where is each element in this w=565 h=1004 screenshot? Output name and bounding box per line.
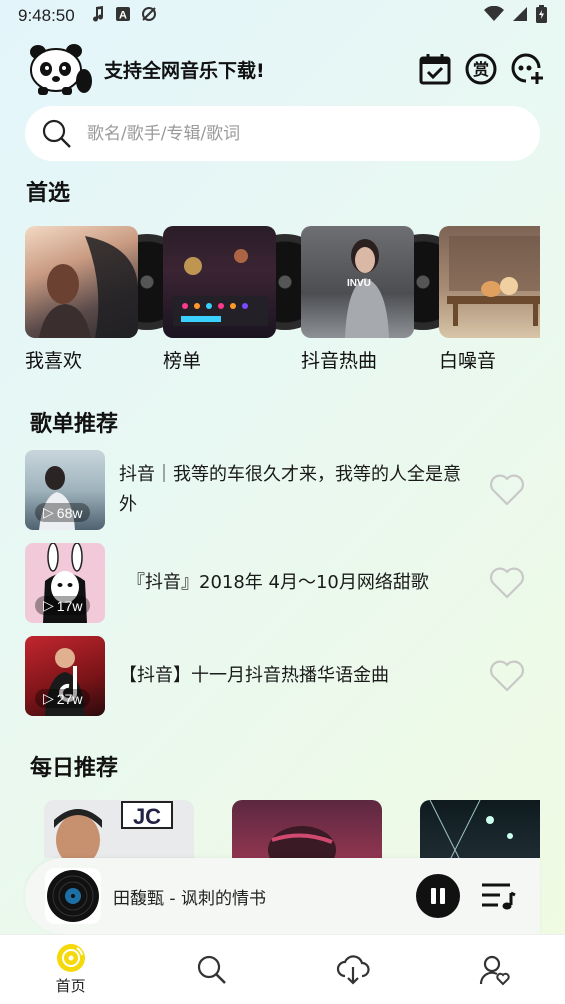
playlist-title: 【抖音】十一月抖音热播华语金曲 [119,665,389,686]
playlist-queue-button[interactable] [478,876,518,916]
playlist-item[interactable]: ▷ 17w 『抖音』2018年 4月～10月网络甜歌 [25,543,540,623]
featured-item-charts[interactable]: 榜单 [163,226,333,376]
featured-label: 白噪音 [439,350,497,372]
play-count-badge: ▷ 17w [35,596,91,615]
heart-icon [490,474,524,506]
featured-item-white-noise[interactable]: 白噪音 [439,226,540,376]
playlist-cover: ▷ 27w [25,636,105,716]
daily-row: JC [44,800,540,858]
chat-add-icon [511,53,543,84]
pause-button[interactable] [416,874,460,918]
tab-download[interactable] [283,935,424,1004]
search-icon [197,955,226,984]
calendar-check-icon [419,54,451,85]
daily-cover[interactable] [232,800,382,858]
playlist-cover: ▷ 17w [25,543,105,623]
featured-label: 我喜欢 [25,350,83,372]
featured-row: 我喜欢 榜单 INVU 抖音热曲 白噪音 [25,226,540,376]
featured-label: 抖音热曲 [301,350,378,372]
music-note-icon [91,6,105,26]
search-icon [42,119,71,148]
mini-player[interactable]: 田馥甄 - 讽刺的情书 [25,858,540,934]
search-input[interactable] [87,123,487,144]
play-icon: ▷ [43,690,54,706]
heart-icon [490,567,524,599]
search-bar[interactable] [25,106,540,161]
svg-text:A: A [119,10,127,22]
featured-section-title: 首选 [26,181,71,206]
user-heart-icon [480,955,510,985]
reward-button[interactable]: 赏 [464,52,498,86]
cloud-download-icon [337,954,370,985]
featured-cover [439,226,540,338]
play-count: 68w [56,504,83,521]
play-count: 27w [56,690,83,707]
favorite-button[interactable] [488,564,526,602]
featured-label: 榜单 [163,350,202,372]
signal-icon [512,6,528,26]
panda-logo [24,43,94,95]
status-time: 9:48:50 [18,6,75,25]
play-count-badge: ▷ 27w [35,689,91,708]
daily-cover[interactable] [420,800,540,858]
play-icon: ▷ [43,597,54,613]
featured-item-douyin[interactable]: INVU 抖音热曲 [301,226,471,376]
battery-icon [536,5,547,27]
reward-icon: 赏 [465,53,497,85]
now-playing-cover[interactable] [45,868,101,924]
queue-music-icon [482,883,516,910]
featured-cover [25,226,138,338]
wifi-icon [484,5,504,26]
app-title: 支持全网音乐下载! [104,59,265,82]
playlist-title: 抖音｜我等的车很久才来，我等的人全是意外 [119,464,461,515]
play-icon: ▷ [43,504,54,520]
app-header: 支持全网音乐下载! 赏 [24,40,544,98]
featured-cover: INVU [301,226,414,338]
no-sync-icon [141,6,157,26]
playlist-cover: ▷ 68w [25,450,105,530]
vinyl-disc-icon [47,870,99,922]
tab-profile[interactable] [424,935,565,1004]
favorite-button[interactable] [488,657,526,695]
playlist-section-title: 歌单推荐 [30,412,119,437]
calendar-check-button[interactable] [418,52,452,86]
add-friend-button[interactable] [510,52,544,86]
font-a-icon: A [115,6,131,26]
featured-item-liked[interactable]: 我喜欢 [25,226,195,376]
heart-icon [490,660,524,692]
featured-cover [163,226,276,338]
pause-icon [431,888,445,904]
daily-cover-text: JC [133,804,161,829]
status-bar: 9:48:50 A [0,0,565,32]
playlist-item[interactable]: ▷ 27w 【抖音】十一月抖音热播华语金曲 [25,636,540,716]
tab-search[interactable] [141,935,282,1004]
favorite-button[interactable] [488,471,526,509]
playlist-item[interactable]: ▷ 68w 抖音｜我等的车很久才来，我等的人全是意外 [25,450,540,530]
tab-home[interactable]: 首页 [0,935,141,1004]
playlist-title: 『抖音』2018年 4月～10月网络甜歌 [127,572,429,593]
daily-section-title: 每日推荐 [30,756,119,781]
daily-cover[interactable]: JC [44,800,194,858]
home-disc-icon [56,944,85,972]
now-playing-title: 田馥甄 - 讽刺的情书 [113,888,266,909]
play-count: 17w [56,597,83,614]
svg-text:赏: 赏 [473,60,489,79]
play-count-badge: ▷ 68w [35,503,91,522]
bottom-tab-bar: 首页 [0,934,565,1004]
tab-label: 首页 [55,977,86,995]
svg-text:INVU: INVU [347,278,371,289]
